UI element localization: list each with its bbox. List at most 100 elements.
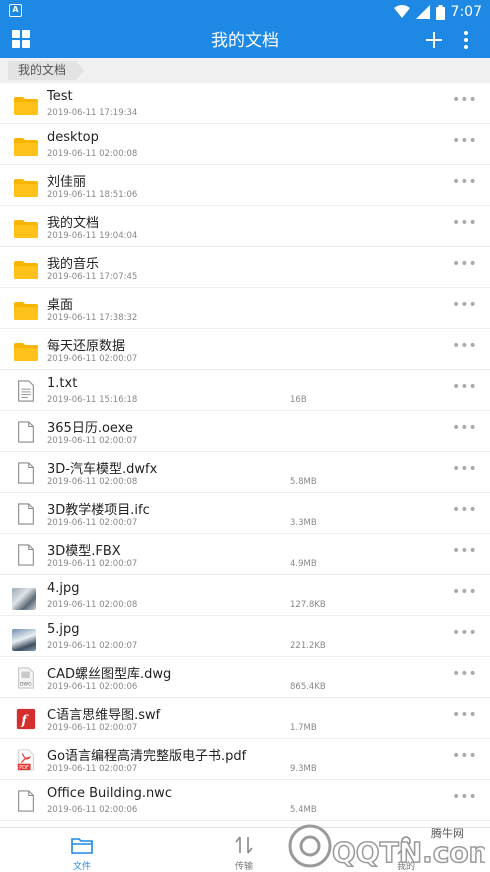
image-thumbnail-icon — [12, 588, 36, 610]
file-date: 2019-06-11 15:16:18 — [47, 395, 138, 405]
file-size: 5.8MB — [290, 477, 317, 487]
file-size: 3.3MB — [290, 518, 317, 528]
file-name: 我的音乐 — [47, 257, 100, 272]
file-size: 1.7MB — [290, 723, 317, 733]
svg-text:PDF: PDF — [19, 765, 29, 771]
folder-icon — [14, 179, 38, 197]
add-icon[interactable] — [423, 27, 445, 53]
file-date: 2019-06-11 02:00:08 — [47, 477, 138, 487]
file-icon — [18, 544, 34, 566]
file-row[interactable]: 1.txt 2019-06-11 15:16:18 16B ••• — [0, 370, 490, 411]
file-size: 16B — [290, 395, 307, 405]
nav-tab-transfer[interactable]: 传输 — [214, 833, 274, 872]
more-options-icon[interactable]: ••• — [452, 134, 477, 152]
more-options-icon[interactable]: ••• — [452, 421, 477, 439]
file-row[interactable]: 每天还原数据 2019-06-11 02:00:07 ••• — [0, 329, 490, 370]
file-size: 5.4MB — [290, 805, 317, 815]
file-row[interactable]: 3D-汽车模型.dwfx 2019-06-11 02:00:08 5.8MB ••• — [0, 452, 490, 493]
more-options-icon[interactable]: ••• — [452, 93, 477, 111]
file-name: 刘佳丽 — [47, 175, 87, 190]
file-date: 2019-06-11 02:00:07 — [47, 559, 138, 569]
file-size: 865.4KB — [290, 682, 326, 692]
more-options-icon[interactable]: ••• — [452, 257, 477, 275]
file-name: Test — [47, 89, 73, 104]
file-date: 2019-06-11 17:19:34 — [47, 108, 138, 118]
file-row[interactable]: 5.jpg 2019-06-11 02:00:07 221.2KB ••• — [0, 616, 490, 657]
status-time: 7:07 — [450, 4, 482, 20]
more-options-icon[interactable]: ••• — [452, 175, 477, 193]
nav-label: 传输 — [234, 862, 253, 872]
file-name: 365日历.oexe — [47, 421, 133, 436]
file-size: 9.3MB — [290, 764, 317, 774]
file-row[interactable]: Office Building.nwc 2019-06-11 02:00:06 5.… — [0, 780, 490, 821]
file-icon — [18, 421, 34, 443]
image-thumbnail-icon — [12, 629, 36, 651]
breadcrumb-item[interactable]: 我的文档 — [8, 61, 84, 80]
file-size: 127.8KB — [290, 600, 326, 610]
nav-tab-files[interactable]: 文件 — [52, 833, 112, 872]
more-options-icon[interactable]: ••• — [452, 667, 477, 685]
more-options-icon[interactable]: ••• — [452, 544, 477, 562]
nav-tab-mine[interactable]: 我的 — [376, 833, 436, 872]
more-options-icon[interactable]: ••• — [452, 216, 477, 234]
more-options-icon[interactable]: ••• — [452, 298, 477, 316]
text-file-icon — [18, 380, 34, 402]
file-date: 2019-06-11 02:00:08 — [47, 600, 138, 610]
more-options-icon[interactable]: ••• — [452, 626, 477, 644]
notification-icon: A — [9, 4, 22, 17]
more-vert-icon[interactable] — [457, 28, 475, 52]
file-row[interactable]: 3D模型.FBX 2019-06-11 02:00:07 4.9MB ••• — [0, 534, 490, 575]
file-name: C语言思维导图.swf — [47, 708, 161, 723]
file-date: 2019-06-11 17:38:32 — [47, 313, 138, 323]
file-name: 5.jpg — [47, 622, 80, 637]
more-options-icon[interactable]: ••• — [452, 749, 477, 767]
file-icon — [18, 462, 34, 484]
file-name: 3D-汽车模型.dwfx — [47, 462, 158, 477]
file-row[interactable]: Test 2019-06-11 17:19:34 ••• — [0, 83, 490, 124]
more-options-icon[interactable]: ••• — [452, 503, 477, 521]
file-row[interactable]: f C语言思维导图.swf 2019-06-11 02:00:07 1.7MB ••• — [0, 698, 490, 739]
file-size: 221.2KB — [290, 641, 326, 651]
more-options-icon[interactable]: ••• — [452, 339, 477, 357]
file-row[interactable]: 刘佳丽 2019-06-11 18:51:06 ••• — [0, 165, 490, 206]
file-date: 2019-06-11 02:00:07 — [47, 764, 138, 774]
file-icon — [18, 503, 34, 525]
pdf-icon: PDF — [17, 749, 34, 771]
file-row[interactable]: 365日历.oexe 2019-06-11 02:00:07 ••• — [0, 411, 490, 452]
more-options-icon[interactable]: ••• — [452, 790, 477, 808]
svg-text:DWG: DWG — [20, 681, 32, 687]
file-row[interactable]: 3D教学楼项目.ifc 2019-06-11 02:00:07 3.3MB ••• — [0, 493, 490, 534]
folder-icon — [14, 97, 38, 115]
file-date: 2019-06-11 02:00:08 — [47, 149, 138, 159]
file-name: desktop — [47, 130, 99, 145]
folder-icon — [14, 343, 38, 361]
more-options-icon[interactable]: ••• — [452, 585, 477, 603]
file-name: Office Building.nwc — [47, 786, 172, 801]
more-options-icon[interactable]: ••• — [452, 708, 477, 726]
file-date: 2019-06-11 02:00:06 — [47, 682, 138, 692]
file-date: 2019-06-11 18:51:06 — [47, 190, 138, 200]
file-name: 我的文档 — [47, 216, 100, 231]
file-name: 4.jpg — [47, 581, 80, 596]
page-title: 我的文档 — [211, 31, 279, 51]
dwg-file-icon: DWG — [18, 667, 34, 689]
file-row[interactable]: desktop 2019-06-11 02:00:08 ••• — [0, 124, 490, 165]
file-row[interactable]: PDF Go语言编程高清完整版电子书.pdf 2019-06-11 02:00:07… — [0, 739, 490, 780]
folder-icon — [14, 138, 38, 156]
more-options-icon[interactable]: ••• — [452, 380, 477, 398]
breadcrumb: 我的文档 — [0, 58, 490, 83]
file-row[interactable]: 4.jpg 2019-06-11 02:00:08 127.8KB ••• — [0, 575, 490, 616]
status-icons: 7:07 — [393, 2, 482, 22]
file-name: 3D教学楼项目.ifc — [47, 503, 150, 518]
file-row[interactable]: 我的文档 2019-06-11 19:04:04 ••• — [0, 206, 490, 247]
file-row[interactable]: 桌面 2019-06-11 17:38:32 ••• — [0, 288, 490, 329]
folder-icon — [14, 302, 38, 320]
file-row[interactable]: DWG CAD螺丝图型库.dwg 2019-06-11 02:00:06 865.4K… — [0, 657, 490, 698]
file-name: 桌面 — [47, 298, 74, 313]
file-date: 2019-06-11 02:00:07 — [47, 354, 138, 364]
more-options-icon[interactable]: ••• — [452, 462, 477, 480]
file-row[interactable]: 我的音乐 2019-06-11 17:07:45 ••• — [0, 247, 490, 288]
nav-label: 我的 — [396, 862, 415, 872]
app-bar: 我的文档 — [0, 24, 490, 58]
nav-label: 文件 — [72, 862, 91, 872]
